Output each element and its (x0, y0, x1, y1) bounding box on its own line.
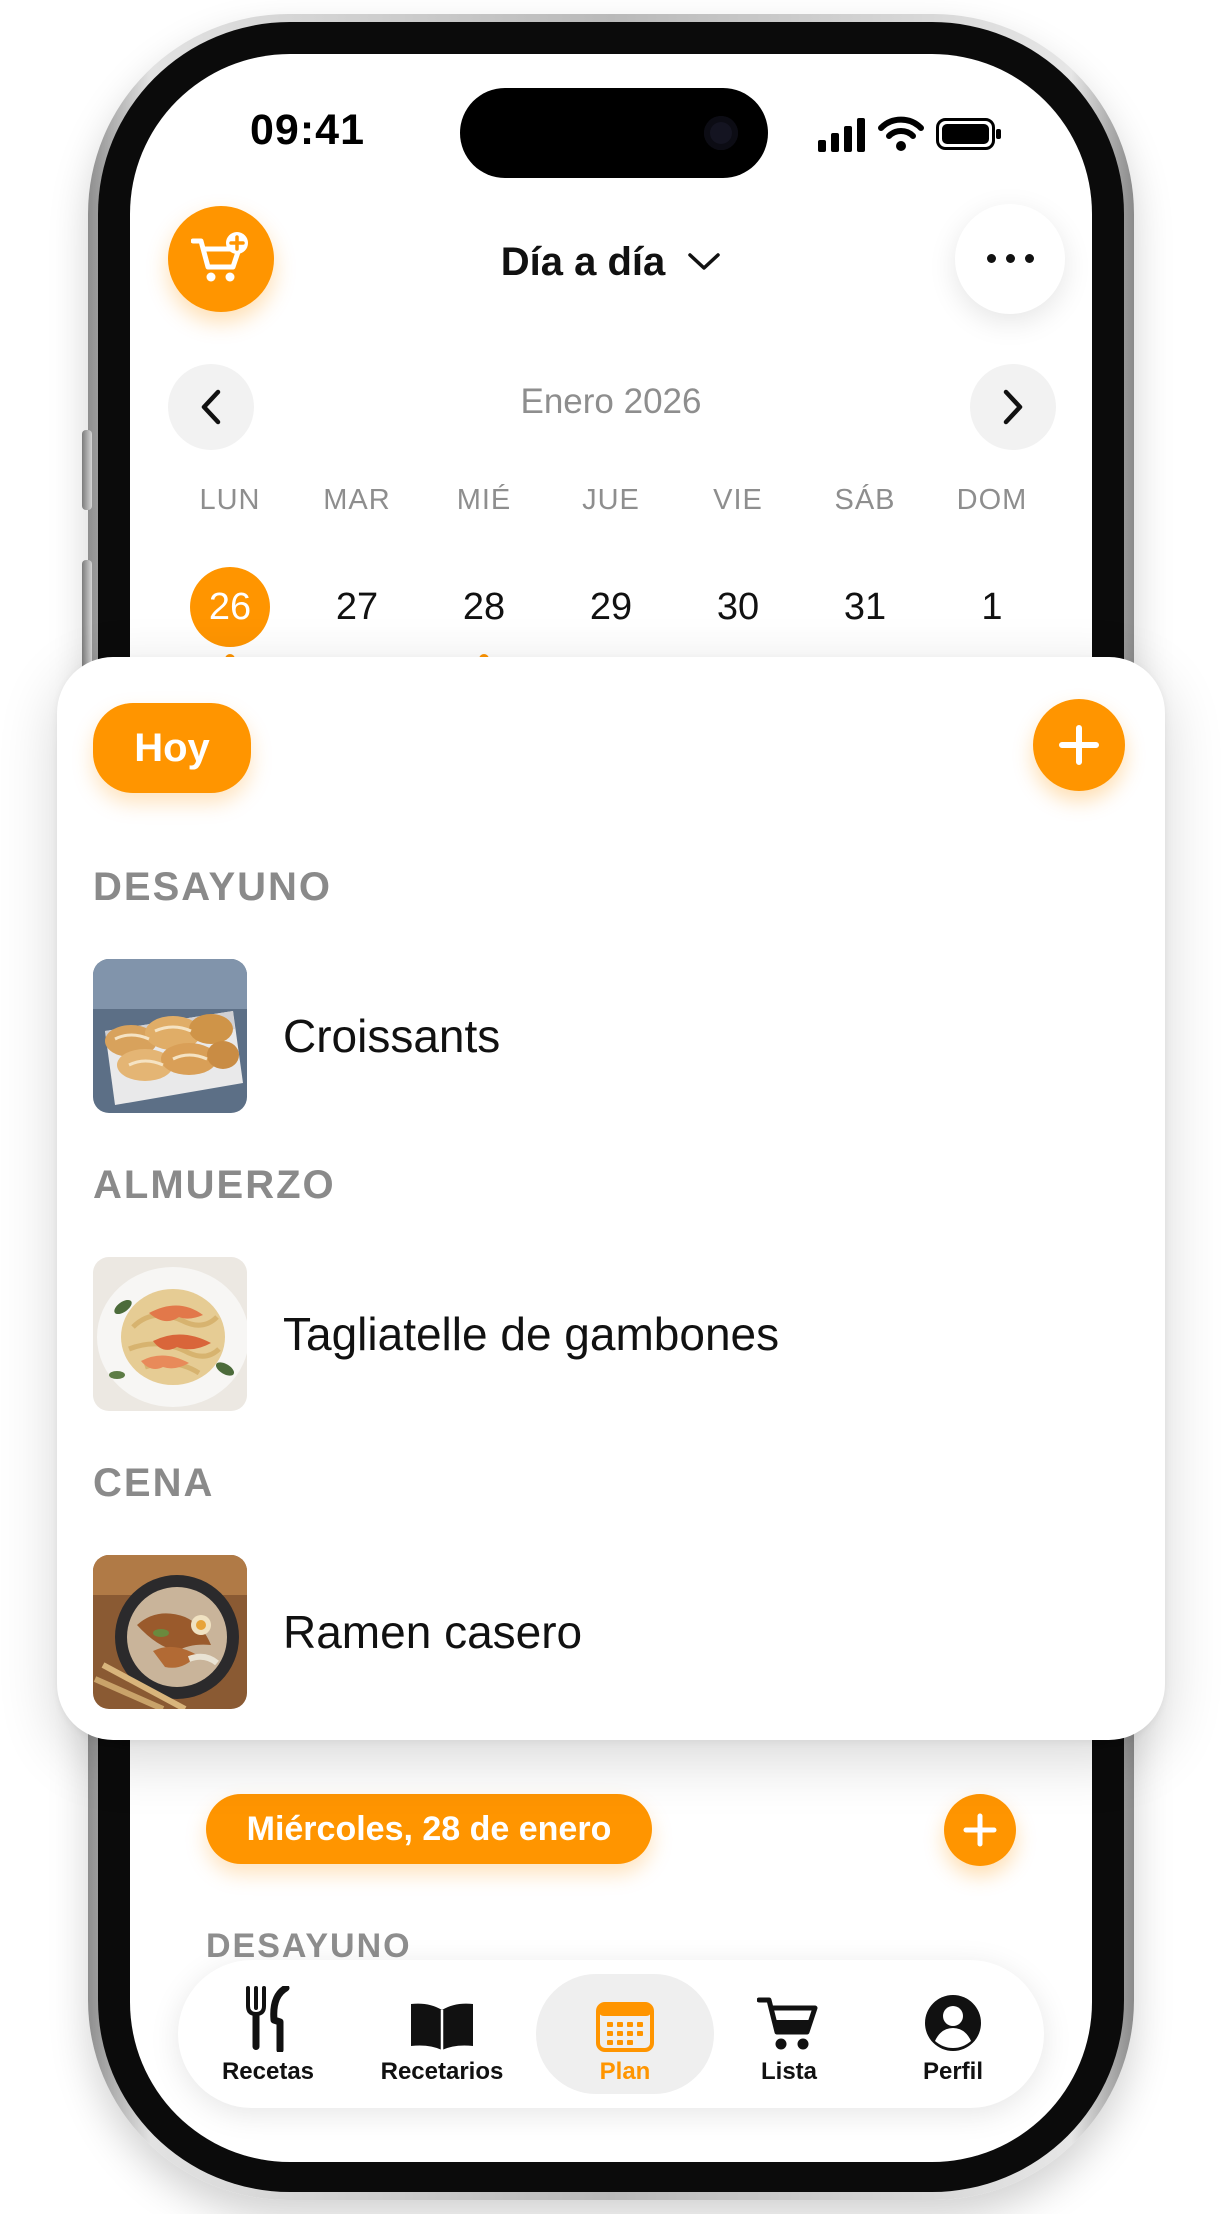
day-header-pill[interactable]: Miércoles, 28 de enero (206, 1794, 652, 1864)
weekday-label: JUE (582, 484, 640, 516)
day-30[interactable]: 30 (698, 567, 778, 647)
page-title: Día a día (500, 239, 666, 284)
tab-perfil[interactable]: Perfil (884, 1960, 1022, 2108)
tab-recetas[interactable]: Recetas (198, 1960, 338, 2108)
day-28[interactable]: 28 (444, 567, 524, 647)
dynamic-island (460, 88, 768, 178)
weekday-label: MAR (323, 484, 391, 516)
tab-label: Lista (760, 2058, 817, 2085)
meal-name[interactable]: Ramen casero (283, 1605, 582, 1659)
view-mode-selector[interactable]: Día a día (430, 234, 792, 290)
today-pill[interactable]: Hoy (93, 703, 251, 793)
tab-lista[interactable]: Lista (720, 1960, 858, 2108)
day-26-selected[interactable]: 26 (190, 567, 270, 647)
month-label: Enero 2026 (520, 382, 702, 421)
meal-thumbnail-ramen[interactable] (93, 1555, 247, 1709)
meal-name[interactable]: Croissants (283, 1009, 500, 1063)
weekday-label: SÁB (834, 484, 896, 516)
tab-recetarios[interactable]: Recetarios (366, 1960, 518, 2108)
action-button (82, 430, 92, 510)
weekday-label: VIE (713, 484, 763, 516)
camera-icon (704, 116, 738, 150)
tab-label: Perfil (922, 2058, 984, 2085)
tab-label: Recetas (221, 2058, 315, 2085)
plus-icon (963, 1813, 997, 1847)
section-label-lunch: ALMUERZO (93, 1163, 336, 1207)
weekday-label: LUN (199, 484, 261, 516)
ellipsis-icon (982, 250, 1039, 268)
day-29[interactable]: 29 (571, 567, 651, 647)
cart-icon (757, 1997, 818, 2050)
add-meal-button[interactable] (944, 1794, 1016, 1866)
tab-label: Recetarios (380, 2058, 504, 2085)
croissants-image (93, 959, 247, 1113)
weekday-label: DOM (956, 484, 1028, 516)
chevron-down-icon (688, 253, 720, 270)
today-card: Hoy DESAYUNO Croissants ALMUERZO Tagliat… (57, 657, 1165, 1740)
fork-knife-icon (246, 1986, 290, 2052)
meal-thumbnail-tagliatelle[interactable] (93, 1257, 247, 1411)
day-27[interactable]: 27 (317, 567, 397, 647)
meal-thumbnail-croissants[interactable] (93, 959, 247, 1113)
cellular-signal-icon (818, 118, 865, 152)
plus-icon (1059, 725, 1099, 765)
meal-name[interactable]: Tagliatelle de gambones (283, 1307, 779, 1361)
more-options-button[interactable] (955, 204, 1065, 314)
person-circle-icon (925, 1995, 981, 2051)
add-to-cart-button[interactable] (168, 206, 274, 312)
status-time: 09:41 (250, 106, 365, 154)
next-week-button[interactable] (970, 364, 1056, 450)
battery-icon (936, 118, 1001, 150)
weekday-label: MIÉ (456, 484, 512, 516)
calendar-icon (596, 2002, 654, 2052)
wifi-icon (878, 116, 924, 151)
cart-plus-icon (191, 232, 248, 282)
section-label-dinner: CENA (93, 1461, 215, 1505)
book-icon (411, 2003, 473, 2050)
chevron-right-icon (1003, 389, 1023, 425)
day-31[interactable]: 31 (825, 567, 905, 647)
ramen-image (93, 1555, 247, 1709)
add-meal-button[interactable] (1033, 699, 1125, 791)
day-1[interactable]: 1 (952, 567, 1032, 647)
section-label-breakfast: DESAYUNO (93, 865, 333, 909)
tab-plan[interactable]: Plan (556, 1960, 694, 2108)
tab-bar: Recetas Recetarios Plan Lista Perfil (178, 1960, 1044, 2108)
tab-label: Plan (599, 2058, 651, 2085)
tagliatelle-image (93, 1257, 247, 1411)
